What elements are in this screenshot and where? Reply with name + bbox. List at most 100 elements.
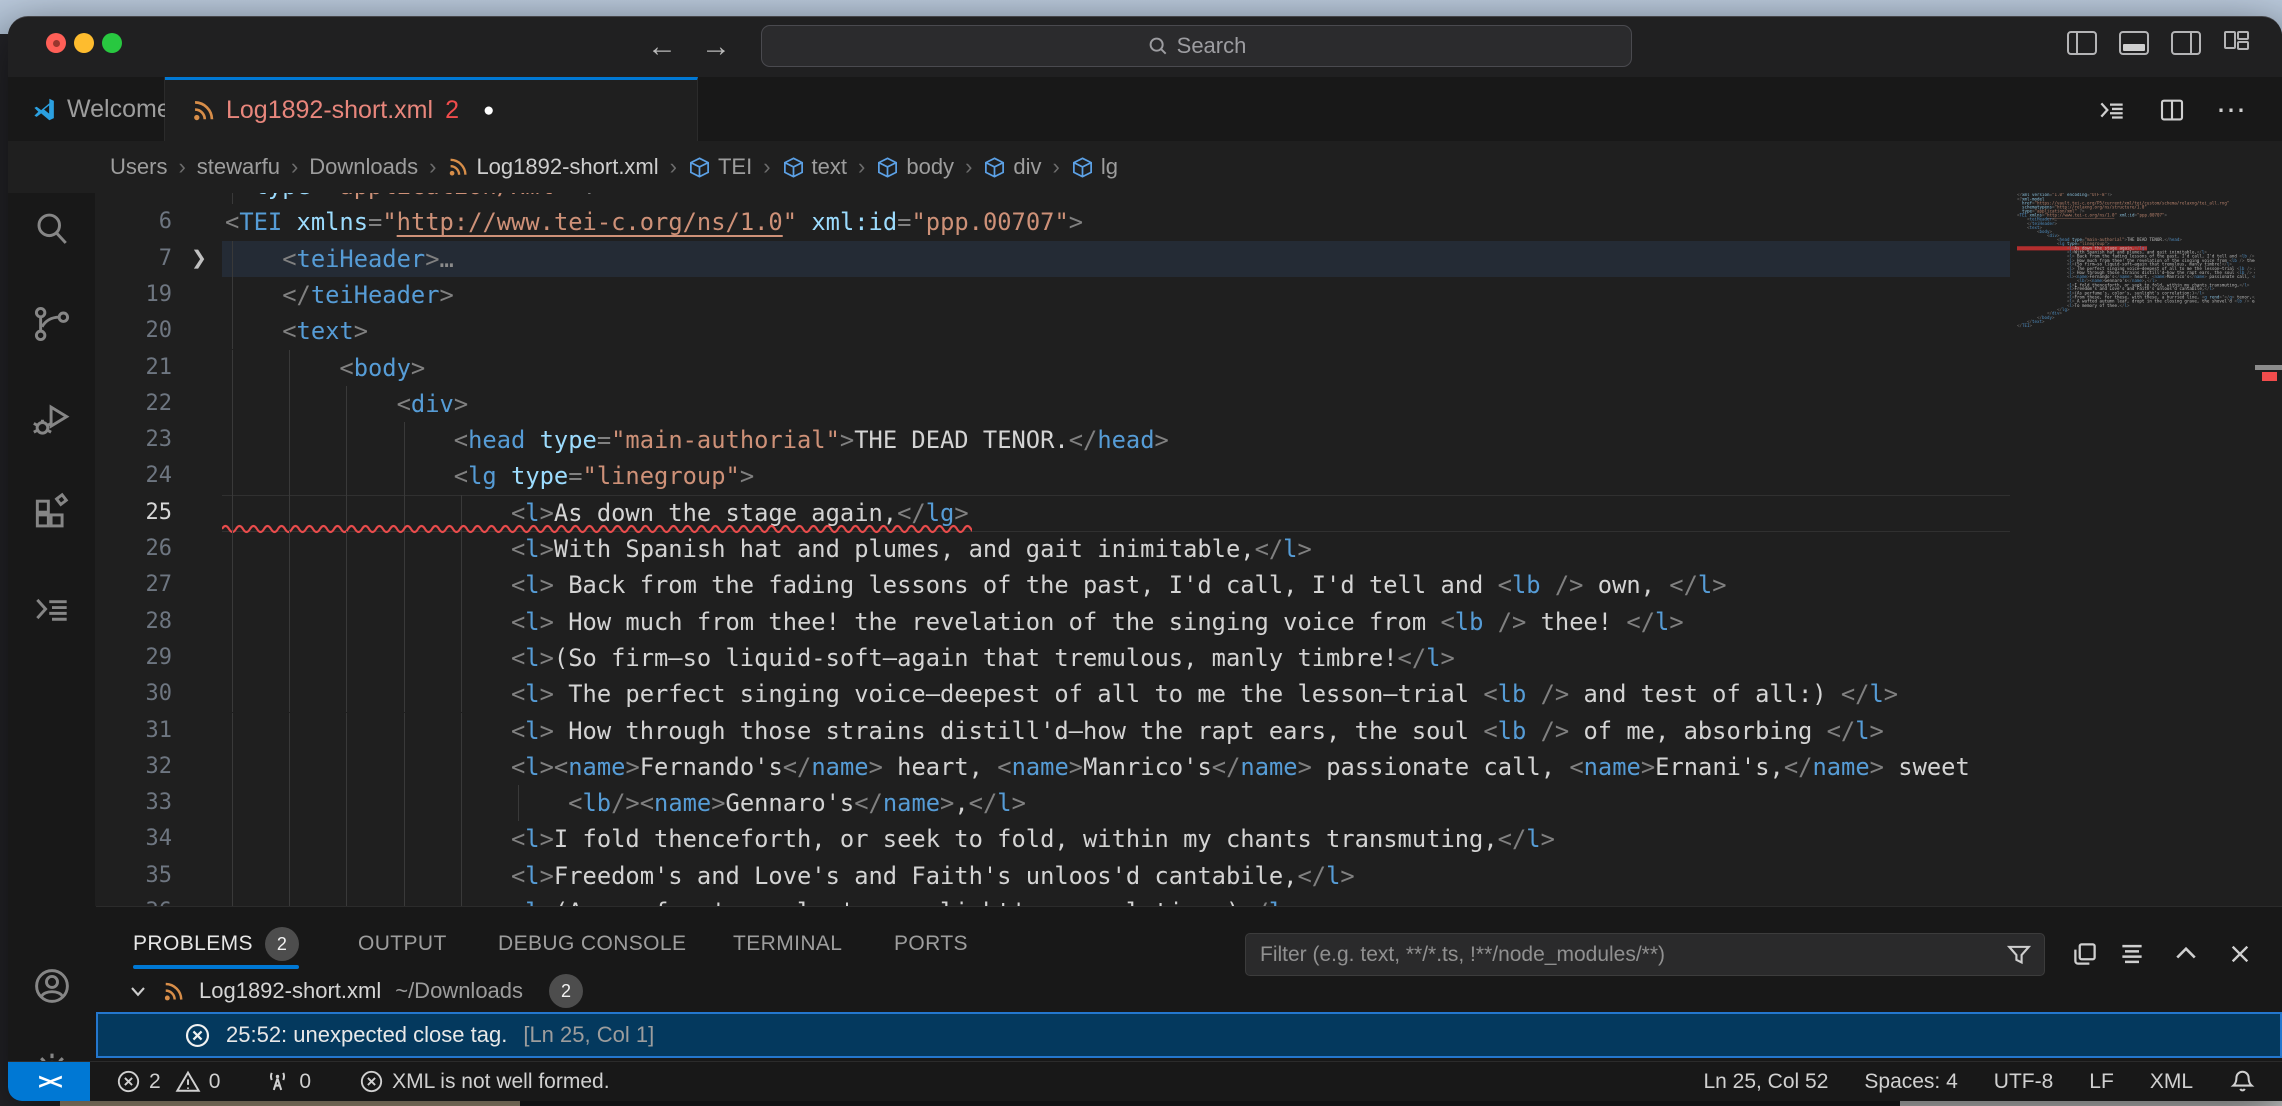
problem-location: [Ln 25, Col 1]	[523, 1022, 654, 1048]
ports-status-item[interactable]: 0	[264, 1068, 311, 1095]
breadcrumb-item-users[interactable]: Users	[110, 154, 167, 180]
xml-validation-status-item[interactable]: XML is not well formed.	[359, 1069, 609, 1094]
customize-layout-button[interactable]	[2224, 31, 2254, 55]
breadcrumb-separator: ›	[429, 154, 436, 180]
unsaved-dot-icon	[53, 40, 60, 47]
breadcrumb-item-div[interactable]: div	[983, 154, 1041, 180]
language-mode-item[interactable]: XML	[2150, 1070, 2193, 1094]
error-circle-icon	[359, 1069, 384, 1094]
tree-list-view-button[interactable]	[28, 585, 76, 633]
cursor-position-item[interactable]: Ln 25, Col 52	[1703, 1070, 1828, 1094]
warning-triangle-icon	[175, 1069, 201, 1095]
code-line-36[interactable]: <l>(As perfume's, color's, sunlight's co…	[95, 894, 2015, 906]
breadcrumb-item-log1892-short.xml[interactable]: Log1892-short.xml	[447, 154, 658, 180]
split-editor-button[interactable]	[2152, 93, 2192, 127]
search-icon	[30, 207, 74, 251]
forward-button[interactable]: →	[698, 29, 734, 65]
code-text: <l>Freedom's and Love's and Faith's unlo…	[225, 858, 1355, 894]
encoding-item[interactable]: UTF-8	[1994, 1070, 2054, 1094]
code-line-21[interactable]: <body>	[95, 350, 2015, 387]
breadcrumb-separator: ›	[965, 154, 972, 180]
toggle-primary-sidebar-button[interactable]	[2067, 31, 2097, 55]
notifications-bell-button[interactable]	[2229, 1068, 2256, 1095]
code-line-31[interactable]: <l> How through those strains distill'd—…	[95, 713, 2015, 750]
tree-list-icon	[2096, 94, 2128, 126]
code-line-6[interactable]: <TEI xmlns="http://www.tei-c.org/ns/1.0"…	[95, 204, 2015, 241]
breadcrumb-item-lg[interactable]: lg	[1071, 154, 1118, 180]
breadcrumb-item-downloads[interactable]: Downloads	[309, 154, 418, 180]
code-text: type="application/xml" ?>	[225, 193, 611, 204]
tab-label: Log1892-short.xml	[226, 96, 433, 125]
command-center-search[interactable]: Search	[761, 25, 1632, 67]
code-line-27[interactable]: <l> Back from the fading lessons of the …	[95, 567, 2015, 604]
code-line-20[interactable]: <text>	[95, 313, 2015, 350]
code-line-5[interactable]: type="application/xml" ?>	[95, 193, 2015, 205]
accounts-button[interactable]	[28, 962, 76, 1010]
search-view-button[interactable]	[28, 205, 76, 253]
problems-filter-input[interactable]	[1246, 943, 2006, 967]
code-text: <TEI xmlns="http://www.tei-c.org/ns/1.0"…	[225, 204, 1083, 240]
panel-tab-ports[interactable]: PORTS	[894, 921, 968, 967]
breadcrumb-label: div	[1013, 154, 1041, 180]
code-line-19[interactable]: </teiHeader>	[95, 277, 2015, 314]
code-line-7[interactable]: <teiHeader>…	[95, 241, 2015, 278]
zoom-window-button[interactable]	[102, 33, 122, 53]
run-debug-view-button[interactable]	[28, 395, 76, 443]
tab-welcome[interactable]: Welcome	[8, 77, 165, 141]
tab-log1892-short-xml[interactable]: Log1892-short.xml 2 ●	[165, 77, 698, 141]
broadcast-icon	[264, 1068, 291, 1095]
extensions-icon	[30, 492, 74, 536]
maximize-panel-button[interactable]	[2165, 933, 2207, 975]
panel-tab-label: PROBLEMS	[133, 932, 253, 956]
problems-filter-box[interactable]	[1245, 933, 2045, 976]
panel-tab-debug-console[interactable]: DEBUG CONSOLE	[498, 921, 686, 967]
code-line-32[interactable]: <l><name>Fernando's</name> heart, <name>…	[95, 749, 2015, 786]
code-line-23[interactable]: <head type="main-authorial">THE DEAD TEN…	[95, 422, 2015, 459]
code-line-28[interactable]: <l> How much from thee! the revelation o…	[95, 604, 2015, 641]
code-line-25[interactable]: <l>As down the stage again,</lg>	[95, 495, 2015, 532]
titlebar[interactable]: ← → Search	[8, 17, 2282, 77]
breadcrumb-item-text[interactable]: text	[782, 154, 847, 180]
minimap[interactable]: <?xml version="1.0" encoding="UTF-8"?><?…	[2015, 193, 2255, 906]
toggle-panel-button[interactable]	[2119, 31, 2149, 55]
tree-list-action-button[interactable]	[2092, 93, 2132, 127]
back-button[interactable]: ←	[644, 29, 680, 65]
breadcrumb-item-stewarfu[interactable]: stewarfu	[197, 154, 280, 180]
collapse-all-button[interactable]	[2111, 933, 2153, 975]
code-text: <body>	[225, 350, 425, 386]
minimize-window-button[interactable]	[74, 33, 94, 53]
breadcrumb: Users›stewarfu›Downloads›Log1892-short.x…	[8, 141, 2282, 193]
code-line-33[interactable]: <lb/><name>Gennaro's</name>,</l>	[95, 785, 2015, 822]
panel-tab-terminal[interactable]: TERMINAL	[733, 921, 842, 967]
panel-tab-problems[interactable]: PROBLEMS 2	[133, 921, 299, 967]
code-line-29[interactable]: <l>(So firm—so liquid-soft—again that tr…	[95, 640, 2015, 677]
overview-ruler-error-mark	[2262, 372, 2277, 381]
code-line-24[interactable]: <lg type="linegroup">	[95, 458, 2015, 495]
debug-play-bug-icon	[30, 397, 74, 441]
more-actions-button[interactable]: ⋯	[2212, 93, 2252, 127]
problems-status-item[interactable]: 2 0	[116, 1069, 220, 1095]
overview-ruler-cursor-mark	[2255, 365, 2282, 370]
breadcrumb-item-tei[interactable]: TEI	[688, 154, 752, 180]
code-line-26[interactable]: <l>With Spanish hat and plumes, and gait…	[95, 531, 2015, 568]
code-line-22[interactable]: <div>	[95, 386, 2015, 423]
indentation-item[interactable]: Spaces: 4	[1864, 1070, 1957, 1094]
toggle-secondary-sidebar-button[interactable]	[2171, 31, 2201, 55]
code-line-35[interactable]: <l>Freedom's and Love's and Faith's unlo…	[95, 858, 2015, 895]
panel-tab-output[interactable]: OUTPUT	[358, 921, 447, 967]
close-panel-button[interactable]	[2219, 933, 2261, 975]
editor[interactable]: 567❯192021222324252627282930313233343536…	[95, 193, 2282, 906]
activity-bar: 1	[8, 77, 97, 1061]
problems-file-group-row[interactable]: Log1892-short.xml ~/Downloads 2	[96, 972, 2282, 1010]
remote-indicator[interactable]: ><	[8, 1062, 90, 1102]
breadcrumb-item-body[interactable]: body	[876, 154, 954, 180]
problem-row-selected[interactable]: 25:52: unexpected close tag. [Ln 25, Col…	[96, 1012, 2282, 1058]
source-control-view-button[interactable]	[28, 300, 76, 348]
code-line-34[interactable]: <l>I fold thenceforth, or seek to fold, …	[95, 821, 2015, 858]
extensions-view-button[interactable]	[28, 490, 76, 538]
vscode-logo-icon	[30, 96, 57, 123]
view-as-table-button[interactable]	[2064, 933, 2106, 975]
ports-count: 0	[299, 1070, 311, 1094]
eol-item[interactable]: LF	[2089, 1070, 2114, 1094]
code-line-30[interactable]: <l> The perfect singing voice—deepest of…	[95, 676, 2015, 713]
